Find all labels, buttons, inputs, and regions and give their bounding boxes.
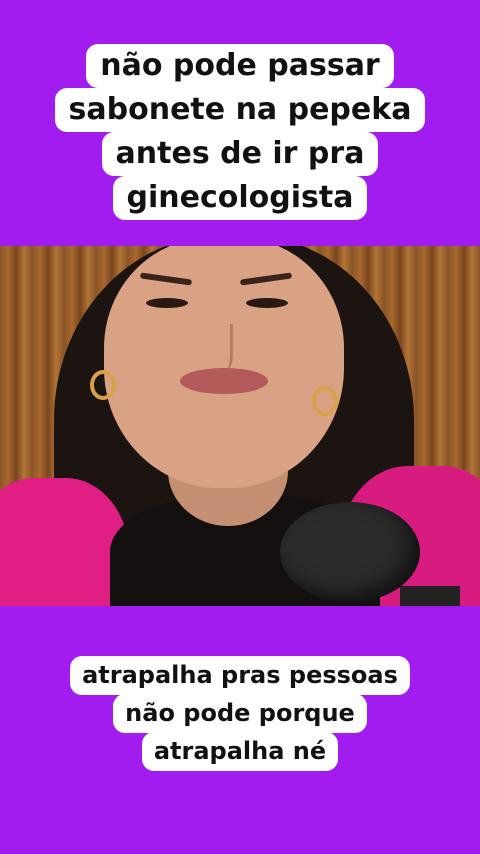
video-frame[interactable]	[0, 246, 480, 606]
caption-line: ginecologista	[112, 176, 368, 220]
caption-line: não pode passar	[86, 44, 394, 88]
microphone	[280, 502, 420, 602]
right-earring	[312, 386, 338, 416]
left-earring	[90, 370, 116, 400]
caption-line: atrapalha pras pessoas	[70, 656, 410, 695]
caption-line: antes de ir pra	[101, 132, 379, 176]
nose	[208, 324, 233, 374]
caption-line: sabonete na pepeka	[54, 88, 426, 132]
microphone-arm	[400, 586, 460, 606]
caption-bottom: atrapalha pras pessoas não pode porque a…	[0, 656, 480, 771]
lips	[180, 368, 268, 394]
left-eye	[146, 298, 188, 308]
caption-line: não pode porque	[113, 694, 367, 733]
caption-top: não pode passar sabonete na pepeka antes…	[0, 44, 480, 220]
caption-line: atrapalha né	[141, 732, 339, 771]
right-eye	[246, 298, 288, 308]
